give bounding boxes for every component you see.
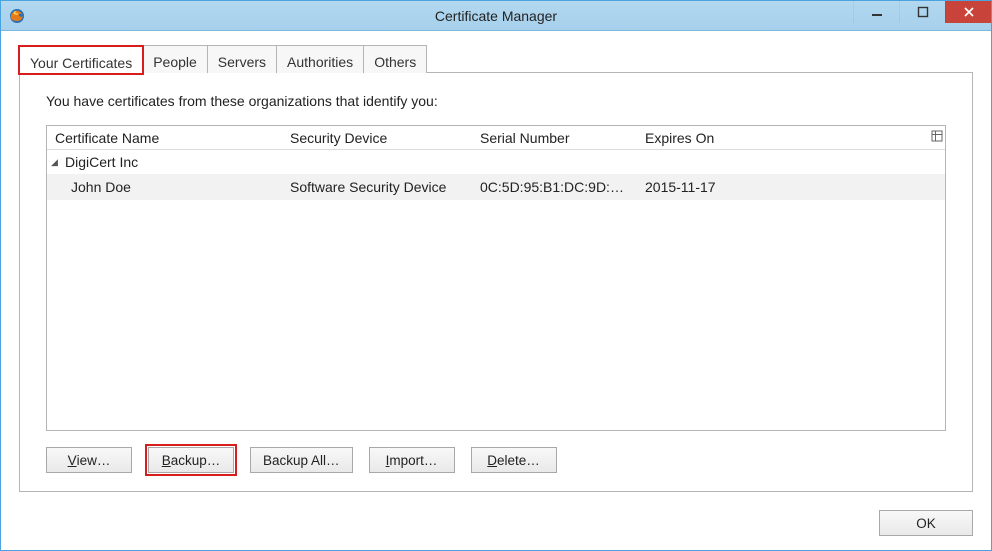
backup-button[interactable]: Backup… [148,447,234,473]
view-button[interactable]: View… [46,447,132,473]
ok-button[interactable]: OK [879,510,973,536]
tab-others[interactable]: Others [363,45,427,73]
col-header-device[interactable]: Security Device [282,130,472,146]
minimize-button[interactable] [853,1,899,23]
cell-serial: 0C:5D:95:B1:DC:9D:BC:... [472,179,637,195]
cell-name: John Doe [47,179,282,195]
col-header-serial[interactable]: Serial Number [472,130,637,146]
chevron-down-icon[interactable]: ◢ [51,157,63,168]
group-label: DigiCert Inc [65,154,138,170]
window-title: Certificate Manager [1,8,991,24]
ok-row: OK [19,510,973,536]
column-picker-icon[interactable] [923,130,945,145]
table-row[interactable]: John DoeSoftware Security Device0C:5D:95… [47,174,945,200]
tab-your-certificates[interactable]: Your Certificates [19,46,143,74]
cell-device: Software Security Device [282,179,472,195]
cert-table: Certificate Name Security Device Serial … [46,125,946,431]
firefox-icon [7,6,27,26]
table-body[interactable]: ◢DigiCert IncJohn DoeSoftware Security D… [47,150,945,430]
maximize-button[interactable] [899,1,945,23]
panel-description: You have certificates from these organiz… [46,93,946,109]
titlebar[interactable]: Certificate Manager [1,1,991,31]
col-header-name[interactable]: Certificate Name [47,130,282,146]
tab-people[interactable]: People [142,45,208,73]
client-area: Your CertificatesPeopleServersAuthoritie… [19,45,973,536]
window-controls [853,1,991,23]
import-button[interactable]: Import… [369,447,455,473]
tab-authorities[interactable]: Authorities [276,45,364,73]
cell-expires: 2015-11-17 [637,179,945,195]
delete-button[interactable]: Delete… [471,447,557,473]
table-header-row: Certificate Name Security Device Serial … [47,126,945,150]
button-row: View… Backup… Backup All… Import… Delete… [46,447,946,473]
col-header-expires[interactable]: Expires On [637,130,923,146]
close-button[interactable] [945,1,991,23]
tab-servers[interactable]: Servers [207,45,277,73]
certificate-manager-window: Certificate Manager Your CertificatesPeo… [0,0,992,551]
tab-panel-your-certificates: You have certificates from these organiz… [19,72,973,492]
backup-all-button[interactable]: Backup All… [250,447,353,473]
tabstrip: Your CertificatesPeopleServersAuthoritie… [19,45,973,73]
table-group-row[interactable]: ◢DigiCert Inc [47,150,945,174]
